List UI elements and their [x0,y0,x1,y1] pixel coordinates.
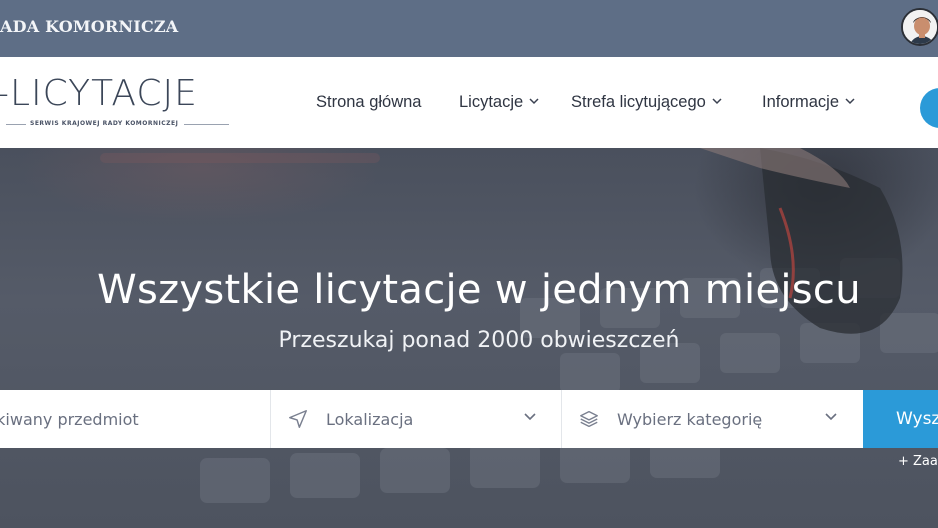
nav-item-bidder-zone[interactable]: Strefa licytującego [571,93,722,112]
top-bar: ADA KOMORNICZA [0,0,938,57]
chevron-down-icon [524,413,536,421]
search-bar: ukiwany przedmiot Lokalizacja Wybierz ka… [0,390,938,448]
logo-title: -LICYTACJE [0,73,198,114]
hero-subtitle: Przeszukaj ponad 2000 obwieszczeń [278,328,680,353]
category-placeholder: Wybierz kategorię [617,409,763,429]
navigation-arrow-icon [289,410,307,428]
hero-title: Wszystkie licytacje w jednym miejscu [97,267,861,313]
chevron-down-icon [529,98,539,105]
nav-item-label: Strona główna [316,93,422,111]
nav-item-label: Informacje [762,93,840,111]
site-header: -LICYTACJE SERWIS KRAJOWEJ RADY KOMORNIC… [0,57,938,148]
location-select[interactable]: Lokalizacja [271,390,561,448]
layers-icon [580,410,598,428]
search-button[interactable]: Wysz [863,390,938,448]
logo-divider-left [6,124,26,125]
nav-item-home[interactable]: Strona główna [316,93,422,112]
header-action-button[interactable] [920,88,938,128]
category-select[interactable]: Wybierz kategorię [562,390,862,448]
logo-subtitle: SERWIS KRAJOWEJ RADY KOMORNICZEJ [30,120,179,127]
advanced-search-link[interactable]: + Zaa [898,454,938,469]
nav-item-information[interactable]: Informacje [762,93,855,112]
item-search-input[interactable]: ukiwany przedmiot [0,390,270,448]
organization-name: ADA KOMORNICZA [0,17,179,36]
location-placeholder: Lokalizacja [326,409,414,429]
item-search-placeholder: ukiwany przedmiot [0,409,139,429]
avatar[interactable] [901,8,938,46]
chevron-down-icon [712,98,722,105]
chevron-down-icon [825,413,837,421]
nav-item-auctions[interactable]: Licytacje [459,93,539,112]
avatar-icon [903,10,937,44]
nav-item-label: Licytacje [459,93,524,111]
logo-divider-right [184,124,229,125]
nav-item-label: Strefa licytującego [571,93,706,111]
chevron-down-icon [845,98,855,105]
site-logo[interactable]: -LICYTACJE SERWIS KRAJOWEJ RADY KOMORNIC… [0,73,232,131]
hero-section: Wszystkie licytacje w jednym miejscu Prz… [0,148,938,528]
